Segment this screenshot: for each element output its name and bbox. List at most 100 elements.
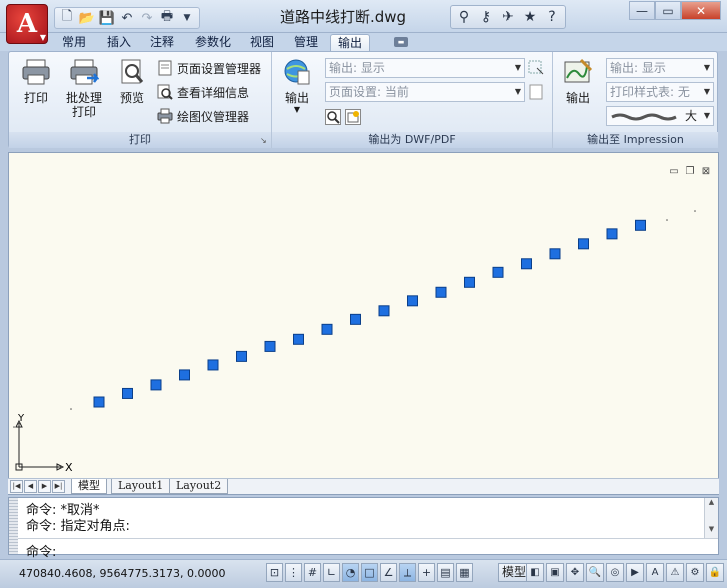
key-icon[interactable]: ⚷ xyxy=(477,8,495,26)
binoculars-icon[interactable]: ⚲ xyxy=(455,8,473,26)
tab-home[interactable]: 常用 xyxy=(55,34,93,51)
grip-point[interactable] xyxy=(606,228,618,240)
export-display-select[interactable]: 输出: 显示 ▼ xyxy=(325,58,525,78)
quick-properties-icon[interactable]: ▦ xyxy=(456,563,473,582)
grip-point[interactable] xyxy=(578,238,589,250)
grip-point[interactable] xyxy=(321,323,333,335)
tab-annotate[interactable]: 注释 xyxy=(143,34,181,51)
plot-button[interactable]: 打印 xyxy=(17,57,55,105)
lineweight-icon[interactable]: ▤ xyxy=(437,563,454,582)
minimize-icon[interactable]: — xyxy=(629,1,655,20)
scroll-down-icon[interactable]: ▼ xyxy=(705,525,718,538)
plot-style-select[interactable]: 打印样式表: 无 ▼ xyxy=(606,82,714,102)
object-snap-tracking-icon[interactable]: ∠ xyxy=(380,563,397,582)
grip-point[interactable] xyxy=(549,248,561,260)
command-scrollbar[interactable]: ▲ ▼ xyxy=(704,498,718,538)
grip-point[interactable] xyxy=(207,359,219,371)
grip-point[interactable] xyxy=(236,350,247,362)
object-snap-icon[interactable]: □ xyxy=(361,563,378,582)
infer-constraints-icon[interactable]: ⊡ xyxy=(266,563,283,582)
command-prompt[interactable]: 命令: xyxy=(26,541,56,560)
plot-icon[interactable]: 🖶 xyxy=(158,9,176,27)
batch-plot-button[interactable]: 批处理 打印 xyxy=(61,57,107,119)
grip-point[interactable] xyxy=(492,266,504,278)
help-icon[interactable]: ? xyxy=(543,8,561,26)
grip-point[interactable] xyxy=(179,369,190,381)
maximize-icon[interactable]: ▭ xyxy=(655,1,681,20)
showmotion-icon[interactable]: ▶ xyxy=(626,563,644,582)
export-dwf-button[interactable]: 输出 ▼ xyxy=(277,57,317,115)
tab-view[interactable]: 视图 xyxy=(243,34,281,51)
command-divider xyxy=(18,538,718,539)
annotation-visibility-icon[interactable]: ⚠ xyxy=(666,563,684,582)
grip-point[interactable] xyxy=(93,396,105,408)
steering-wheel-icon[interactable]: ◎ xyxy=(606,563,624,582)
scroll-up-icon[interactable]: ▲ xyxy=(705,498,718,511)
zoom-icon[interactable]: 🔍 xyxy=(586,563,604,582)
grip-point[interactable] xyxy=(150,379,162,391)
grid-icon[interactable]: # xyxy=(304,563,321,582)
grip-point[interactable] xyxy=(293,333,304,345)
new-icon[interactable]: 🗋 xyxy=(58,9,76,27)
preview-button[interactable]: 预览 xyxy=(113,57,151,105)
plot-panel-title: 打印 xyxy=(9,132,271,148)
pan-icon[interactable]: ✥ xyxy=(566,563,584,582)
impression-export-select[interactable]: 输出: 显示 ▼ xyxy=(606,58,714,78)
previous-layout-icon[interactable]: ◀ xyxy=(24,480,37,493)
coordinate-readout: 470840.4608, 9564775.3173, 0.0000 xyxy=(19,567,226,580)
star-icon[interactable]: ★ xyxy=(521,8,539,26)
layout-tab-model[interactable]: 模型 xyxy=(71,479,107,494)
export-window-button[interactable] xyxy=(528,58,544,78)
next-layout-icon[interactable]: ▶ xyxy=(38,480,51,493)
tab-parametric[interactable]: 参数化 xyxy=(188,34,238,51)
drawing-area[interactable]: ▭ ❐ ⊠ Y X xyxy=(8,152,719,495)
grip-point[interactable] xyxy=(350,313,361,325)
quick-view-icon[interactable]: ▣ xyxy=(546,563,564,582)
preview-label: 预览 xyxy=(119,91,144,105)
stroke-size-select[interactable]: 大 ▼ xyxy=(606,106,714,126)
grip-point[interactable] xyxy=(378,305,390,317)
grip-point[interactable] xyxy=(521,258,532,270)
redo-icon[interactable]: ↷ xyxy=(138,9,156,27)
plotter-manager-button[interactable]: 绘图仪管理器 xyxy=(157,106,249,126)
open-icon[interactable]: 📂 xyxy=(78,9,96,27)
drawing-canvas[interactable]: Y X xyxy=(9,153,718,479)
dialog-launcher-icon[interactable]: ↘ xyxy=(260,136,267,145)
view-details-button[interactable]: 查看详细信息 xyxy=(157,82,249,102)
tab-output[interactable]: 输出 xyxy=(330,34,371,51)
export-impression-button[interactable]: 输出 xyxy=(558,57,598,105)
page-setup-override-button[interactable] xyxy=(528,82,544,102)
grip-point[interactable] xyxy=(635,219,646,231)
lock-icon[interactable]: 🔒 xyxy=(706,563,724,582)
grip-point[interactable] xyxy=(407,295,418,307)
grip-point[interactable] xyxy=(464,276,475,288)
ribbon-options-icon[interactable]: ▬ xyxy=(394,37,408,47)
layout-icon[interactable]: ◧ xyxy=(526,563,544,582)
workspace-icon[interactable]: ⚙ xyxy=(686,563,704,582)
customize-dropdown-icon[interactable]: ▼ xyxy=(178,9,196,27)
snap-icon[interactable]: ⋮ xyxy=(285,563,302,582)
close-icon[interactable]: ✕ xyxy=(681,1,721,20)
grip-point[interactable] xyxy=(122,387,133,399)
ortho-icon[interactable]: ∟ xyxy=(323,563,340,582)
first-layout-icon[interactable]: |◀ xyxy=(10,480,23,493)
annotation-scale-icon[interactable]: A xyxy=(646,563,664,582)
allow-ucs-icon[interactable]: ⟂ xyxy=(399,563,416,582)
preview-export-button[interactable] xyxy=(325,107,361,127)
application-menu-button[interactable]: A ▼ xyxy=(6,4,48,44)
command-window-grip[interactable] xyxy=(9,498,18,554)
layout-tab-layout2[interactable]: Layout2 xyxy=(169,479,229,494)
tab-insert[interactable]: 插入 xyxy=(100,34,138,51)
tab-manage[interactable]: 管理 xyxy=(287,34,325,51)
dynamic-input-icon[interactable]: + xyxy=(418,563,435,582)
page-setup-select[interactable]: 页面设置: 当前 ▼ xyxy=(325,82,525,102)
save-icon[interactable]: 💾 xyxy=(98,9,116,27)
satellite-icon[interactable]: ✈ xyxy=(499,8,517,26)
grip-point[interactable] xyxy=(264,340,276,352)
undo-icon[interactable]: ↶ xyxy=(118,9,136,27)
layout-tab-layout1[interactable]: Layout1 xyxy=(111,479,171,494)
grip-point[interactable] xyxy=(435,286,447,298)
page-setup-manager-button[interactable]: 页面设置管理器 xyxy=(157,58,261,78)
polar-tracking-icon[interactable]: ◔ xyxy=(342,563,359,582)
last-layout-icon[interactable]: ▶| xyxy=(52,480,65,493)
